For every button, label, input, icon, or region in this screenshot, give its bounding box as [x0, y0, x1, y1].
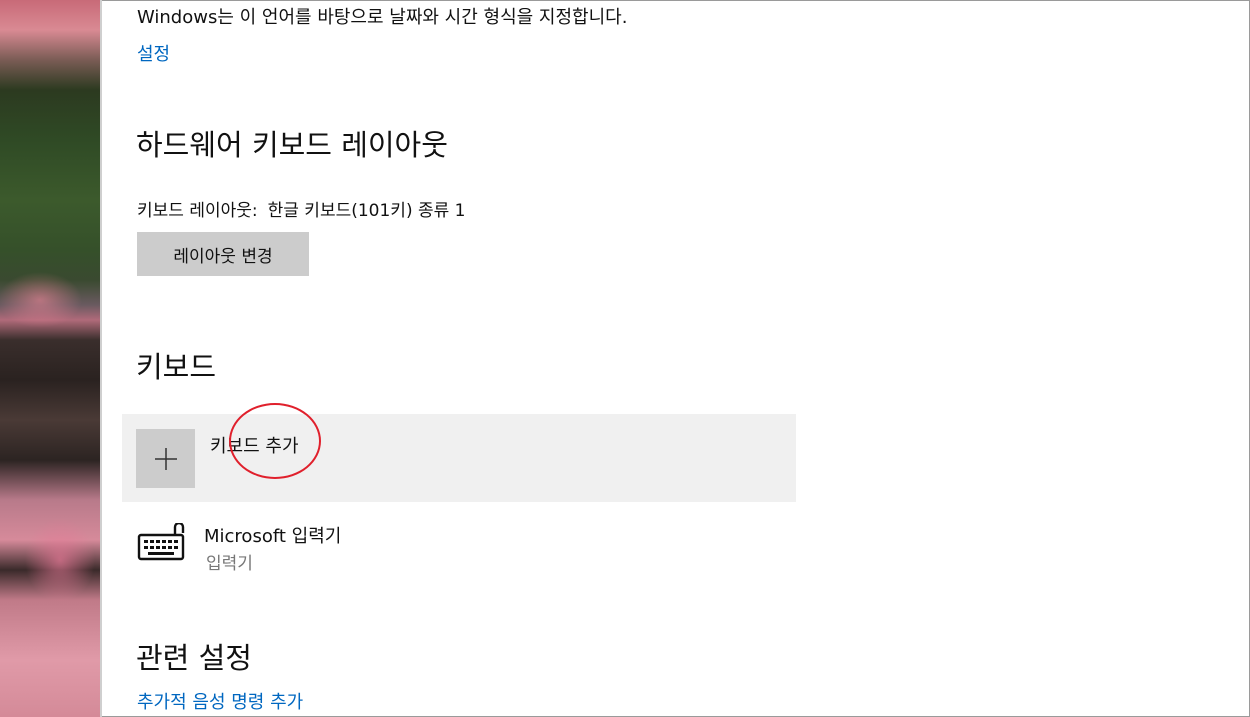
- add-voice-commands-link[interactable]: 추가적 음성 명령 추가: [137, 688, 303, 714]
- plus-icon: [136, 429, 195, 488]
- add-keyboard-label: 키보드 추가: [210, 436, 299, 457]
- change-layout-button[interactable]: 레이아웃 변경: [137, 232, 309, 276]
- keyboard-icon: [137, 521, 187, 567]
- add-keyboard-button[interactable]: 키보드 추가: [122, 414, 796, 502]
- keyboard-layout-value: 한글 키보드(101키) 종류 1: [267, 201, 466, 221]
- language-format-description: Windows는 이 언어를 바탕으로 날짜와 시간 형식을 지정합니다.: [137, 7, 628, 28]
- hardware-keyboard-layout-heading: 하드웨어 키보드 레이아웃: [136, 128, 448, 162]
- settings-link[interactable]: 설정: [137, 40, 170, 66]
- keyboard-layout-label: 키보드 레이아웃:: [137, 201, 258, 221]
- window-edge: [100, 0, 102, 717]
- keyboard-layout-info: 키보드 레이아웃: 한글 키보드(101키) 종류 1: [137, 196, 466, 221]
- keyboard-list-item[interactable]: Microsoft 입력기 입력기: [137, 520, 537, 576]
- keyboard-item-subtitle: 입력기: [206, 554, 253, 574]
- keyboard-item-name: Microsoft 입력기: [204, 526, 342, 547]
- related-settings-heading: 관련 설정: [136, 641, 252, 675]
- desktop-wallpaper: [0, 0, 101, 717]
- keyboards-heading: 키보드: [136, 350, 217, 384]
